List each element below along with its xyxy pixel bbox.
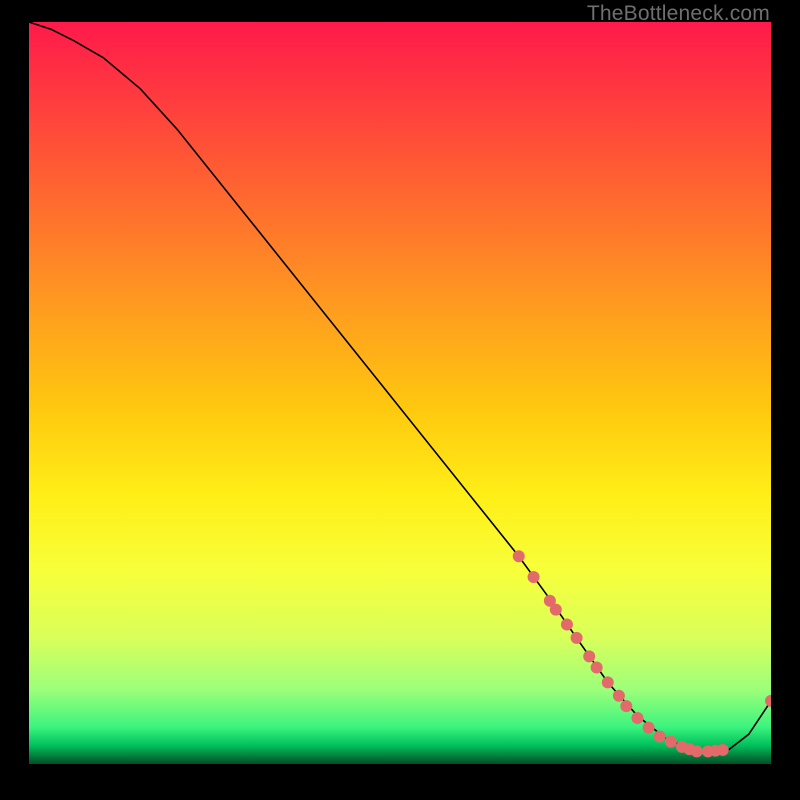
data-marker (561, 619, 573, 631)
data-marker (765, 695, 771, 707)
data-marker (717, 744, 729, 756)
data-marker (691, 745, 703, 757)
data-marker (654, 731, 666, 743)
data-markers (513, 550, 771, 757)
plot-area (29, 22, 771, 764)
bottleneck-curve (29, 22, 771, 751)
data-marker (665, 736, 677, 748)
data-marker (571, 632, 583, 644)
data-marker (620, 700, 632, 712)
data-marker (591, 662, 603, 674)
data-marker (602, 676, 614, 688)
data-marker (583, 650, 595, 662)
data-marker (550, 604, 562, 616)
data-marker (643, 722, 655, 734)
data-marker (613, 690, 625, 702)
chart-stage: TheBottleneck.com (0, 0, 800, 800)
data-marker (631, 712, 643, 724)
data-marker (528, 571, 540, 583)
data-marker (513, 550, 525, 562)
chart-svg (29, 22, 771, 764)
